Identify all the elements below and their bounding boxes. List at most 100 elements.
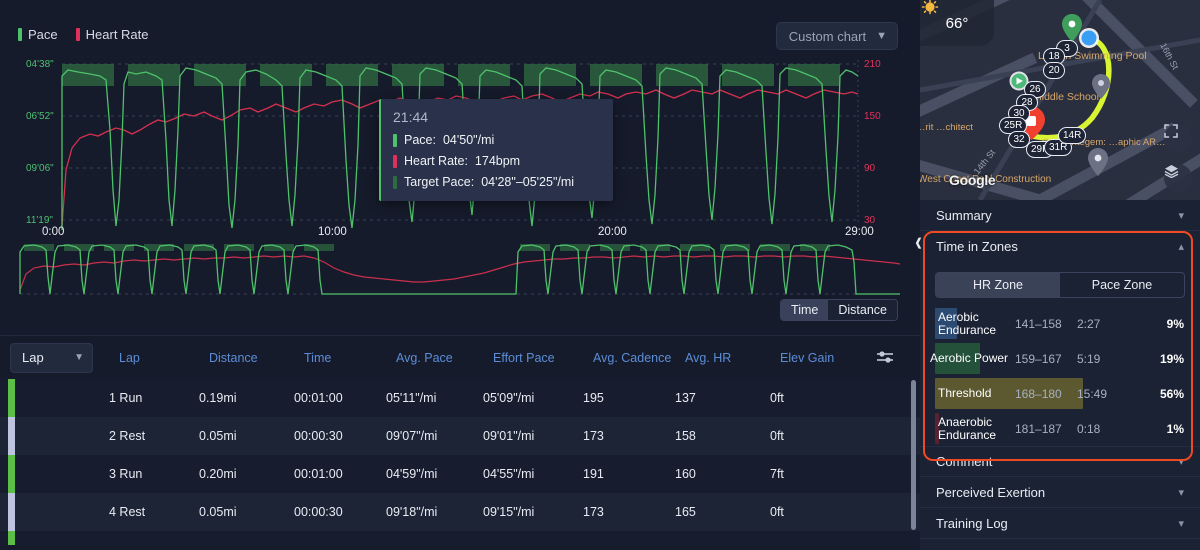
- chart-type-selector[interactable]: Custom chart ▼: [775, 22, 898, 50]
- weather-temperature: 66°: [945, 14, 969, 32]
- lap-grouping-selector[interactable]: Lap ▼: [10, 342, 93, 373]
- layers-icon[interactable]: [1164, 164, 1192, 192]
- column-header-effort-pace[interactable]: Effort Pace: [493, 351, 593, 365]
- chevron-down-icon: ▾: [1178, 486, 1184, 499]
- tab-hr-zone[interactable]: HR Zone: [936, 273, 1060, 297]
- lap-type-indicator: [8, 455, 15, 493]
- accordion-perceived-exertion[interactable]: Perceived Exertion ▾: [920, 477, 1200, 508]
- laps-table: Lap ▼ Lap Distance Time Avg. Pace Effort…: [0, 336, 920, 550]
- column-header-elev-gain[interactable]: Elev Gain: [780, 351, 875, 365]
- cell-lap: 3 Run: [109, 467, 143, 481]
- table-row[interactable]: 4 Rest 0.05mi 00:00:30 09'18"/mi 09'15"/…: [0, 493, 920, 531]
- cell-avg-cadence: 173: [583, 429, 604, 443]
- activity-detail-screen: Pace Heart Rate Custom chart ▼ 04'38" 06…: [0, 0, 1200, 550]
- cell-effort-pace: 05'09"/mi: [483, 391, 535, 405]
- cell-avg-hr: 160: [675, 467, 696, 481]
- cell-avg-cadence: 195: [583, 391, 604, 405]
- cell-effort-pace: 09'15"/mi: [483, 505, 535, 519]
- accordion-time-in-zones[interactable]: Time in Zones ▴: [920, 231, 1200, 262]
- time-in-zones-section: Time in Zones ▴ HR Zone Pace Zone Aerobi…: [920, 231, 1200, 446]
- column-header-avg-hr[interactable]: Avg. HR: [685, 351, 780, 365]
- chevron-down-icon: ▼: [876, 30, 887, 42]
- y-right-tick-2: 90: [864, 163, 876, 174]
- column-header-lap[interactable]: Lap: [119, 351, 209, 365]
- chevron-down-icon: ▾: [1178, 209, 1184, 222]
- y-right-tick-3: 30: [864, 215, 876, 226]
- cell-avg-cadence: 173: [583, 505, 604, 519]
- route-map[interactable]: Lincoln Swimming Pool Middle School 16th…: [920, 0, 1200, 200]
- zone-name: Threshold: [938, 386, 992, 400]
- left-column: Pace Heart Rate Custom chart ▼ 04'38" 06…: [0, 0, 920, 550]
- cell-distance: 0.20mi: [199, 467, 237, 481]
- cell-elev-gain: 0ft: [770, 429, 784, 443]
- zone-time: 15:49: [1077, 386, 1108, 401]
- tooltip-pace-value: 04'50"/mi: [442, 133, 495, 147]
- accordion-summary-label: Summary: [936, 207, 992, 223]
- heart-rate-swatch-icon: [75, 28, 80, 41]
- tooltip-heart-rate-label: Heart Rate:: [404, 154, 468, 168]
- cell-elev-gain: 7ft: [770, 467, 784, 481]
- axis-mode-toggle[interactable]: Time Distance: [780, 299, 898, 321]
- table-scrollbar[interactable]: [911, 380, 916, 530]
- table-row[interactable]: [0, 531, 920, 545]
- chart-type-label: Custom chart: [788, 28, 867, 44]
- map-marker-14r[interactable]: 14R: [1058, 127, 1087, 144]
- column-header-distance[interactable]: Distance: [209, 351, 304, 365]
- sliders-icon[interactable]: [876, 350, 894, 367]
- map-marker-20[interactable]: 20: [1043, 62, 1065, 79]
- cell-distance: 0.05mi: [199, 429, 237, 443]
- toggle-time[interactable]: Time: [781, 300, 829, 320]
- fullscreen-icon[interactable]: [1164, 124, 1192, 152]
- cell-avg-pace: 09'18"/mi: [386, 505, 438, 519]
- accordion-comment-label: Comment: [936, 454, 993, 469]
- zone-time: 5:19: [1077, 351, 1101, 366]
- table-row[interactable]: 2 Rest 0.05mi 00:00:30 09'07"/mi 09'01"/…: [0, 417, 920, 455]
- chevron-down-icon: ▼: [74, 352, 84, 363]
- cell-elev-gain: 0ft: [770, 391, 784, 405]
- column-header-avg-pace[interactable]: Avg. Pace: [396, 351, 493, 365]
- toggle-distance[interactable]: Distance: [828, 300, 897, 320]
- zone-name: Anaerobic Endurance: [938, 414, 997, 442]
- column-header-time[interactable]: Time: [304, 351, 396, 365]
- tooltip-time: 21:44: [393, 109, 429, 125]
- tab-pace-zone[interactable]: Pace Zone: [1060, 273, 1184, 297]
- accordion-comment[interactable]: Comment ▾: [920, 446, 1200, 477]
- laps-table-header: Lap ▼ Lap Distance Time Avg. Pace Effort…: [0, 336, 920, 379]
- cell-avg-hr: 158: [675, 429, 696, 443]
- cell-avg-hr: 165: [675, 505, 696, 519]
- zone-name: Aerobic Endurance: [938, 309, 997, 337]
- cell-lap: 2 Rest: [109, 429, 146, 443]
- accordion-summary[interactable]: Summary ▾: [920, 200, 1200, 231]
- lap-type-indicator: [8, 493, 15, 531]
- zone-percent: 56%: [1159, 386, 1184, 401]
- cell-avg-pace: 09'07"/mi: [386, 429, 438, 443]
- lap-selector-label: Lap: [22, 350, 44, 365]
- accordion-perceived-exertion-label: Perceived Exertion: [936, 484, 1046, 500]
- y-left-tick-1: 06'52": [26, 111, 54, 122]
- cell-avg-cadence: 191: [583, 467, 604, 481]
- zone-name: Aerobic Power: [930, 351, 1009, 365]
- chart-overview-brush[interactable]: [0, 232, 920, 304]
- table-row[interactable]: 1 Run 0.19mi 00:01:00 05'11"/mi 05'09"/m…: [0, 379, 920, 417]
- column-header-avg-cadence[interactable]: Avg. Cadence: [593, 351, 685, 365]
- right-panel: Lincoln Swimming Pool Middle School 16th…: [914, 0, 1200, 550]
- cell-time: 00:01:00: [294, 467, 343, 481]
- cell-effort-pace: 04'55"/mi: [483, 467, 535, 481]
- accordion-training-log-label: Training Log: [936, 515, 1008, 531]
- column-headers: Lap Distance Time Avg. Pace Effort Pace …: [93, 351, 920, 365]
- zone-row-threshold: Threshold 168–180 15:49 56%: [920, 376, 1200, 411]
- legend-item-pace: Pace: [18, 27, 58, 42]
- y-right-tick-1: 150: [864, 111, 881, 122]
- zone-row-aerobic-endurance: Aerobic Endurance 141–158 2:27 9%: [920, 306, 1200, 341]
- tooltip-heart-rate-swatch-icon: [393, 154, 397, 168]
- zone-range: 159–167: [1015, 351, 1062, 366]
- cell-time: 00:00:30: [294, 505, 343, 519]
- panel-collapse-arrow-icon[interactable]: ❰: [914, 236, 923, 249]
- map-label-architect: …rit …chitect: [920, 122, 973, 133]
- zone-row-aerobic-power: Aerobic Power 159–167 5:19 19%: [920, 341, 1200, 376]
- zone-type-tabs[interactable]: HR Zone Pace Zone: [935, 272, 1185, 298]
- cell-avg-hr: 137: [675, 391, 696, 405]
- accordion-training-log[interactable]: Training Log ▾: [920, 508, 1200, 539]
- cell-effort-pace: 09'01"/mi: [483, 429, 535, 443]
- table-row[interactable]: 3 Run 0.20mi 00:01:00 04'59"/mi 04'55"/m…: [0, 455, 920, 493]
